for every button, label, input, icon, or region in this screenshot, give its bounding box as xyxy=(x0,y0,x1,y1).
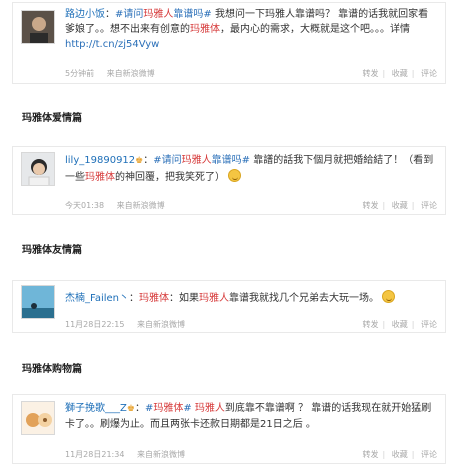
favorite-button[interactable]: 收藏 xyxy=(392,201,408,210)
weibo-post-2: lily_19890912♚：#请问玛雅人靠谱吗# 靠譜的話我下個月就把婚給結了… xyxy=(12,146,446,215)
topic-link[interactable]: #玛雅体# xyxy=(145,403,192,414)
avatar[interactable] xyxy=(21,285,55,319)
avatar[interactable] xyxy=(21,152,55,186)
weibo-collage: 路边小饭：#请问玛雅人靠谱吗# 我想问一下玛雅人靠谱吗？ 靠谱的话我就回家看爹娘… xyxy=(0,0,459,471)
post-content: 獅子挽歌___Z♚：#玛雅体# 玛雅人到底靠不靠谱啊 ？ 靠谱的话我现在就开始猛… xyxy=(65,403,432,430)
comment-button[interactable]: 评论 xyxy=(421,450,437,459)
avatar-photo-icon xyxy=(22,286,54,318)
username-link[interactable]: 路边小饭 xyxy=(65,9,105,20)
repost-button[interactable]: 转发 xyxy=(363,69,379,78)
weibo-post-1: 路边小饭：#请问玛雅人靠谱吗# 我想问一下玛雅人靠谱吗？ 靠谱的话我就回家看爹娘… xyxy=(12,2,446,84)
laughing-emoji-icon xyxy=(228,169,242,182)
comment-button[interactable]: 评论 xyxy=(421,69,437,78)
keyword-highlight: 玛雅人 xyxy=(199,293,230,304)
comment-button[interactable]: 评论 xyxy=(421,201,437,210)
post-content: lily_19890912♚：#请问玛雅人靠谱吗# 靠譜的話我下個月就把婚給結了… xyxy=(65,155,434,183)
favorite-button[interactable]: 收藏 xyxy=(392,450,408,459)
weibo-post-4: 獅子挽歌___Z♚：#玛雅体# 玛雅人到底靠不靠谱啊 ？ 靠谱的话我现在就开始猛… xyxy=(12,394,446,464)
post-time[interactable]: 11月28日21:34 xyxy=(65,450,124,459)
username-link[interactable]: lily_19890912 xyxy=(65,155,135,166)
post-source[interactable]: 来自新浪微博 xyxy=(117,201,165,210)
post-source[interactable]: 来自新浪微博 xyxy=(137,450,185,459)
post-actions: 转发 | 收藏 | 评论 xyxy=(362,69,438,78)
section-title-love: 玛雅体爱情篇 xyxy=(22,113,82,124)
post-meta: 11月28日22:15 来自新浪微博 转发 | 收藏 | 评论 xyxy=(65,319,437,331)
topic-link[interactable]: #请问玛雅人靠谱吗# xyxy=(115,9,212,20)
section-title-shopping: 玛雅体购物篇 xyxy=(22,364,82,375)
keyword-highlight: 玛雅体 xyxy=(190,24,220,35)
favorite-button[interactable]: 收藏 xyxy=(392,320,408,329)
section-title-friendship: 玛雅体友情篇 xyxy=(22,245,82,256)
avatar[interactable] xyxy=(21,10,55,44)
avatar-photo-icon xyxy=(22,11,54,43)
post-actions: 转发 | 收藏 | 评论 xyxy=(362,201,438,210)
comment-button[interactable]: 评论 xyxy=(421,320,437,329)
post-time[interactable]: 11月28日22:15 xyxy=(65,320,124,329)
avatar-photo-icon xyxy=(22,153,54,185)
username-link[interactable]: 杰楠_Failen丶 xyxy=(65,293,129,304)
weibo-post-3: 杰楠_Failen丶：玛雅体：如果玛雅人靠谱我就找几个兄弟去大玩一场。 11月2… xyxy=(12,280,446,333)
keyword-highlight: 玛雅人 xyxy=(194,403,225,414)
repost-button[interactable]: 转发 xyxy=(363,320,379,329)
keyword-highlight: 玛雅体 xyxy=(139,293,170,304)
post-meta: 5分钟前 来自新浪微博 转发 | 收藏 | 评论 xyxy=(65,68,437,80)
post-actions: 转发 | 收藏 | 评论 xyxy=(362,320,438,329)
username-link[interactable]: 獅子挽歌___Z xyxy=(65,403,127,414)
favorite-button[interactable]: 收藏 xyxy=(392,69,408,78)
avatar[interactable] xyxy=(21,401,55,435)
post-meta: 11月28日21:34 来自新浪微博 转发 | 收藏 | 评论 xyxy=(65,449,437,461)
crying-emoji-icon xyxy=(382,290,396,303)
keyword-highlight: 玛雅体 xyxy=(85,172,115,183)
vip-crown-icon: ♚ xyxy=(126,404,135,414)
post-content: 杰楠_Failen丶：玛雅体：如果玛雅人靠谱我就找几个兄弟去大玩一场。 xyxy=(65,290,437,306)
post-time[interactable]: 5分钟前 xyxy=(65,69,94,78)
post-source[interactable]: 来自新浪微博 xyxy=(137,320,185,329)
post-actions: 转发 | 收藏 | 评论 xyxy=(362,450,438,459)
short-link[interactable]: http://t.cn/zj54Vyw xyxy=(65,39,159,50)
repost-button[interactable]: 转发 xyxy=(363,450,379,459)
post-content: 路边小饭：#请问玛雅人靠谱吗# 我想问一下玛雅人靠谱吗？ 靠谱的话我就回家看爹娘… xyxy=(65,9,429,50)
avatar-photo-icon xyxy=(22,402,54,434)
post-time[interactable]: 今天01:38 xyxy=(65,201,104,210)
repost-button[interactable]: 转发 xyxy=(363,201,379,210)
post-source[interactable]: 来自新浪微博 xyxy=(107,69,155,78)
topic-link[interactable]: #请问玛雅人靠谱吗# xyxy=(153,155,250,166)
post-meta: 今天01:38 来自新浪微博 转发 | 收藏 | 评论 xyxy=(65,200,437,212)
